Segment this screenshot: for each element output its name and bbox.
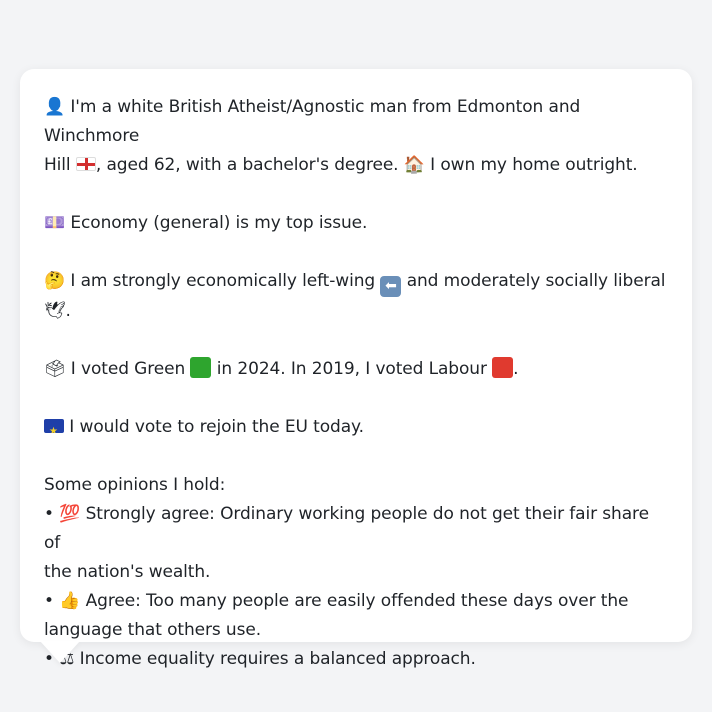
opinion-text-3: Income equality requires a balanced appr…	[74, 649, 476, 669]
eu-paragraph: I would vote to rejoin the EU today.	[44, 413, 668, 442]
green-square-icon	[190, 357, 212, 378]
eu-line: I would vote to rejoin the EU today.	[44, 413, 668, 442]
opinion-text-2: Agree: Too many people are easily offend…	[80, 591, 629, 611]
opinion-item-2-wrap: language that others use.	[44, 620, 262, 640]
opinions-paragraph: Some opinions I hold: • 💯 Strongly agree…	[44, 471, 668, 674]
opinions-heading: Some opinions I hold:	[44, 475, 226, 495]
vote-text-1: I voted Green	[65, 359, 191, 379]
opinion-item-2: • 👍 Agree: Too many people are easily of…	[44, 587, 668, 616]
vote-paragraph: 🗳 I voted Green in 2024. In 2019, I vote…	[44, 355, 668, 384]
ideology-line-1: 🤔 I am strongly economically left-wing ⬅…	[44, 267, 668, 297]
opinion-item-1-wrap: the nation's wealth.	[44, 562, 211, 582]
eu-flag-icon	[44, 419, 64, 433]
intro-text-2a: Hill	[44, 155, 76, 175]
opinion-item-3: • ⚖ Income equality requires a balanced …	[44, 645, 668, 674]
england-flag-icon	[75, 157, 96, 171]
vote-text-3: .	[513, 359, 519, 379]
red-square-icon	[492, 357, 514, 378]
ballot-box-icon: 🗳	[44, 359, 66, 379]
intro-text-2c: I own my home outright.	[424, 155, 638, 175]
ideology-line-2: 🕊.	[44, 297, 668, 326]
opinion-item-1: • 💯 Strongly agree: Ordinary working peo…	[44, 500, 668, 558]
intro-line-1: 👤 I'm a white British Atheist/Agnostic m…	[44, 93, 668, 151]
thumbs-up-icon: 👍	[59, 591, 81, 611]
banknote-icon: 💷	[44, 213, 66, 233]
person-icon: 👤	[44, 97, 66, 117]
ideology-text-3: .	[65, 301, 71, 321]
ideology-paragraph: 🤔 I am strongly economically left-wing ⬅…	[44, 267, 668, 326]
intro-paragraph: 👤 I'm a white British Atheist/Agnostic m…	[44, 93, 668, 180]
left-arrow-icon: ⬅	[380, 276, 402, 297]
house-icon: 🏠	[403, 155, 425, 175]
intro-text-2b: , aged 62, with a bachelor's degree.	[95, 155, 404, 175]
message-content: 👤 I'm a white British Atheist/Agnostic m…	[44, 93, 668, 674]
issue-text: Economy (general) is my top issue.	[65, 213, 368, 233]
opinion-text-1: Strongly agree: Ordinary working people …	[44, 504, 649, 553]
vote-text-2: in 2024. In 2019, I voted Labour	[211, 359, 493, 379]
bullet: •	[44, 504, 60, 524]
message-bubble: 👤 I'm a white British Atheist/Agnostic m…	[20, 69, 692, 669]
ideology-text-2: and moderately socially liberal	[401, 271, 666, 291]
eu-text: I would vote to rejoin the EU today.	[64, 417, 364, 437]
hundred-points-icon: 💯	[59, 504, 81, 524]
issue-line: 💷 Economy (general) is my top issue.	[44, 209, 668, 238]
dove-icon: 🕊	[44, 301, 66, 321]
bullet: •	[44, 591, 60, 611]
issue-paragraph: 💷 Economy (general) is my top issue.	[44, 209, 668, 238]
vote-line: 🗳 I voted Green in 2024. In 2019, I vote…	[44, 355, 668, 384]
bubble-tail	[40, 641, 80, 663]
intro-text-1: I'm a white British Atheist/Agnostic man…	[44, 97, 581, 146]
ideology-text-1: I am strongly economically left-wing	[65, 271, 381, 291]
intro-line-2: Hill , aged 62, with a bachelor's degree…	[44, 151, 668, 180]
thinking-face-icon: 🤔	[44, 271, 66, 291]
